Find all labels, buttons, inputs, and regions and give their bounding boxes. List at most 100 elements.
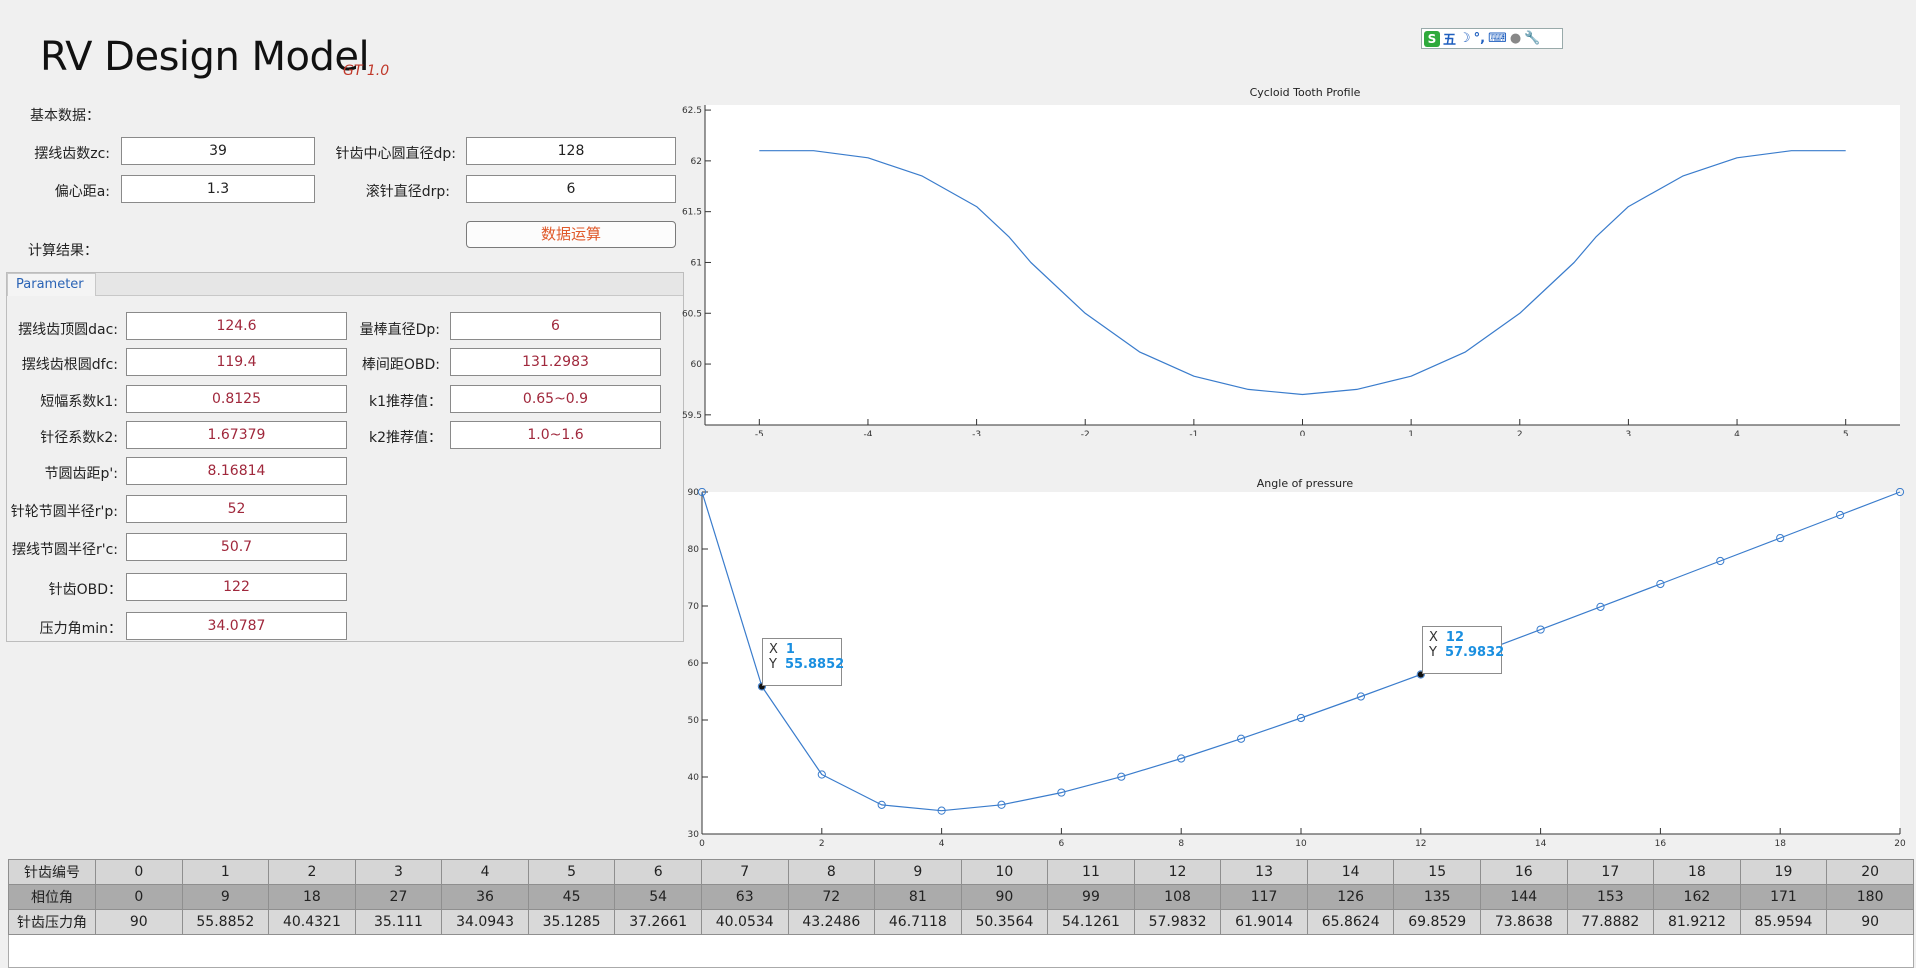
drp-input[interactable]: 6 xyxy=(466,175,676,203)
table-cell[interactable]: 43.2486 xyxy=(787,909,876,935)
datatip-2[interactable]: X 12 Y 57.9832 xyxy=(1422,626,1504,674)
tab-parameter[interactable]: Parameter xyxy=(7,273,96,296)
rp-output[interactable]: 52 xyxy=(126,495,347,523)
table-cell[interactable]: 57.9832 xyxy=(1133,909,1222,935)
punctuation-icon[interactable]: °, xyxy=(1474,31,1485,46)
table-cell[interactable]: 18 xyxy=(268,884,356,910)
table-cell[interactable]: 63 xyxy=(700,884,789,910)
table-cell[interactable]: 35.1285 xyxy=(527,909,616,935)
cycloid-profile-chart[interactable]: -5 -4 -3 -2 -1 0 1 2 3 4 5 59.5 60 60.5 61 61.5 62 62.5 xyxy=(680,98,1916,436)
pressure-angle-chart[interactable]: 0 2 4 6 8 10 12 14 16 18 20 30 40 50 60 70 80 90 xyxy=(680,488,1916,852)
table-cell[interactable]: 117 xyxy=(1220,884,1308,910)
table-cell[interactable]: 135 xyxy=(1393,884,1481,910)
table-cell[interactable]: 3 xyxy=(354,859,443,885)
table-cell[interactable]: 7 xyxy=(700,859,789,885)
table-cell[interactable]: 27 xyxy=(354,884,443,910)
row-header: 相位角 xyxy=(8,884,96,910)
table-cell[interactable]: 73.8638 xyxy=(1480,909,1568,935)
table-cell[interactable]: 9 xyxy=(874,859,962,885)
table-cell[interactable]: 61.9014 xyxy=(1220,909,1308,935)
table-cell[interactable]: 15 xyxy=(1393,859,1481,885)
table-cell[interactable]: 72 xyxy=(787,884,876,910)
table-cell[interactable]: 18 xyxy=(1653,859,1741,885)
rc-output[interactable]: 50.7 xyxy=(126,533,347,561)
k1-output[interactable]: 0.8125 xyxy=(126,385,347,413)
pin-obd-output[interactable]: 122 xyxy=(126,573,347,601)
sogou-logo-icon[interactable]: S xyxy=(1424,30,1440,47)
table-cell[interactable]: 90 xyxy=(1826,909,1914,935)
table-cell[interactable]: 171 xyxy=(1739,884,1828,910)
table-cell[interactable]: 69.8529 xyxy=(1393,909,1481,935)
table-cell[interactable]: 40.0534 xyxy=(700,909,789,935)
table-cell[interactable]: 153 xyxy=(1566,884,1655,910)
table-cell[interactable]: 90 xyxy=(95,909,183,935)
table-cell[interactable]: 0 xyxy=(95,859,183,885)
datatip-x-label: X xyxy=(1429,630,1438,645)
table-cell[interactable]: 108 xyxy=(1133,884,1222,910)
table-cell[interactable]: 1 xyxy=(181,859,270,885)
table-cell[interactable]: 81.9212 xyxy=(1653,909,1741,935)
table-cell[interactable]: 4 xyxy=(441,859,529,885)
pitch-output[interactable]: 8.16814 xyxy=(126,457,347,485)
table-cell[interactable]: 85.9594 xyxy=(1739,909,1828,935)
table-cell[interactable]: 37.2661 xyxy=(614,909,702,935)
table-cell[interactable]: 45 xyxy=(527,884,616,910)
table-cell[interactable]: 50.3564 xyxy=(960,909,1049,935)
Dp-output[interactable]: 6 xyxy=(450,312,661,340)
table-cell[interactable]: 65.8624 xyxy=(1306,909,1395,935)
table-cell[interactable]: 2 xyxy=(268,859,356,885)
table-cell[interactable]: 144 xyxy=(1480,884,1568,910)
datatip-1[interactable]: X1 Y 55.8852 xyxy=(762,638,844,686)
OBD-output[interactable]: 131.2983 xyxy=(450,348,661,376)
table-cell[interactable]: 55.8852 xyxy=(181,909,270,935)
table-cell[interactable]: 19 xyxy=(1739,859,1828,885)
ime-toolbar[interactable]: S 五 ☽ °, ⌨ ● 🔧 xyxy=(1421,28,1563,49)
table-cell[interactable]: 10 xyxy=(960,859,1049,885)
table-cell[interactable]: 11 xyxy=(1047,859,1135,885)
table-cell[interactable]: 126 xyxy=(1306,884,1395,910)
dp-input[interactable]: 128 xyxy=(466,137,676,165)
table-cell[interactable]: 17 xyxy=(1566,859,1655,885)
table-cell[interactable]: 35.111 xyxy=(354,909,443,935)
table-cell[interactable]: 36 xyxy=(441,884,529,910)
x-tick-label: 10 xyxy=(1295,839,1307,849)
k1-recommended-output[interactable]: 0.65~0.9 xyxy=(450,385,661,413)
k2-output[interactable]: 1.67379 xyxy=(126,421,347,449)
table-cell[interactable]: 180 xyxy=(1826,884,1914,910)
calculate-button[interactable]: 数据运算 xyxy=(466,221,676,248)
moon-icon[interactable]: ☽ xyxy=(1459,31,1471,46)
ime-mode-icon[interactable]: 五 xyxy=(1443,29,1456,48)
table-cell[interactable]: 90 xyxy=(960,884,1049,910)
y-tick-label: 30 xyxy=(688,830,700,840)
dfc-output[interactable]: 119.4 xyxy=(126,348,347,376)
min-pressure-angle-output[interactable]: 34.0787 xyxy=(126,612,347,640)
table-cell[interactable]: 0 xyxy=(95,884,183,910)
k2-recommended-output[interactable]: 1.0~1.6 xyxy=(450,421,661,449)
table-cell[interactable]: 14 xyxy=(1306,859,1395,885)
table-cell[interactable]: 54.1261 xyxy=(1047,909,1135,935)
wrench-icon[interactable]: 🔧 xyxy=(1524,31,1540,46)
table-cell[interactable]: 20 xyxy=(1826,859,1914,885)
a-input[interactable]: 1.3 xyxy=(121,175,315,203)
zc-input[interactable]: 39 xyxy=(121,137,315,165)
table-cell[interactable]: 6 xyxy=(614,859,702,885)
table-cell[interactable]: 81 xyxy=(874,884,962,910)
table-cell[interactable]: 12 xyxy=(1133,859,1222,885)
keyboard-icon[interactable]: ⌨ xyxy=(1488,31,1507,46)
table-cell[interactable]: 9 xyxy=(181,884,270,910)
table-cell[interactable]: 162 xyxy=(1653,884,1741,910)
y-tick-label: 60.5 xyxy=(682,309,702,319)
dac-output[interactable]: 124.6 xyxy=(126,312,347,340)
table-cell[interactable]: 34.0943 xyxy=(441,909,529,935)
table-cell[interactable]: 54 xyxy=(614,884,702,910)
table-cell[interactable]: 13 xyxy=(1220,859,1308,885)
user-icon[interactable]: ● xyxy=(1510,31,1521,46)
table-cell[interactable]: 46.7118 xyxy=(874,909,962,935)
table-cell[interactable]: 8 xyxy=(787,859,876,885)
table-cell[interactable]: 40.4321 xyxy=(268,909,356,935)
table-cell[interactable]: 99 xyxy=(1047,884,1135,910)
table-cell[interactable]: 16 xyxy=(1480,859,1568,885)
table-cell[interactable]: 5 xyxy=(527,859,616,885)
pin-data-table[interactable]: 针齿编号 0 1 2 3 4 5 6 7 8 9 10 11 12 13 14 15 16 17 18 19 20 相位角… xyxy=(8,859,1914,935)
table-cell[interactable]: 77.8882 xyxy=(1566,909,1655,935)
